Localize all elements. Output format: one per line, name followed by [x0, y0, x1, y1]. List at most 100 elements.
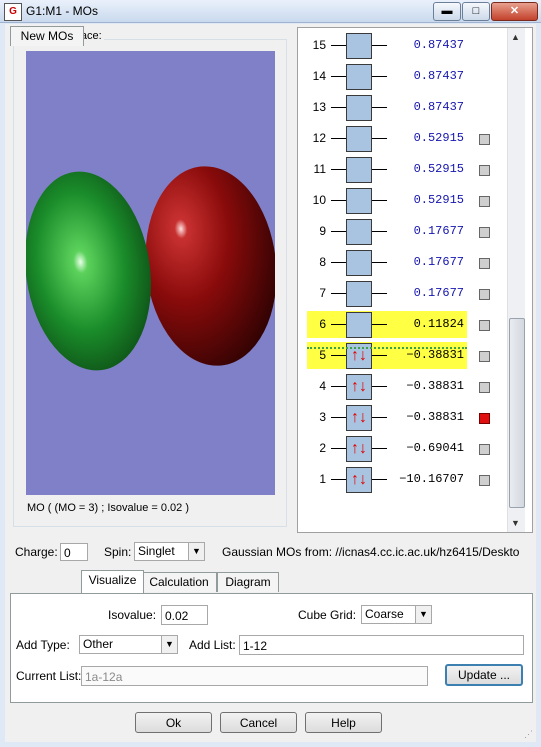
chevron-down-icon: ▼ — [415, 606, 431, 623]
cube-grid-label: Cube Grid: — [298, 608, 357, 622]
homo-lumo-separator — [307, 347, 467, 349]
mo-energy: 0.87437 — [413, 100, 464, 114]
mo-index: 9 — [319, 224, 326, 238]
mo-surface-checkbox[interactable] — [479, 165, 490, 176]
negative-lobe — [25, 171, 151, 371]
mo-index: 13 — [312, 100, 326, 114]
scroll-down-icon[interactable]: ▼ — [511, 518, 520, 528]
resize-grip-icon[interactable]: ⋰ — [524, 729, 536, 741]
help-button[interactable]: Help — [305, 712, 382, 733]
mo-row[interactable]: 11 0.52915 — [298, 154, 508, 185]
orbital-box: ↑ ↓ — [346, 436, 372, 462]
mo-surface-checkbox[interactable] — [479, 134, 490, 145]
dialog-client: Current Surface: MO ( (MO = 3) — [5, 24, 536, 742]
mo-index: 4 — [319, 379, 326, 393]
mo-energy: 0.87437 — [413, 69, 464, 83]
orbital-box — [346, 126, 372, 152]
mo-row[interactable]: 5 ↑ ↓ −0.38831 — [298, 340, 508, 371]
mo-surface-checkbox[interactable] — [479, 413, 490, 424]
orbital-box — [346, 312, 372, 338]
tab-visualize[interactable]: Visualize — [81, 570, 144, 593]
spin-up-arrow-icon: ↑ — [351, 409, 359, 426]
mo-row[interactable]: 6 0.11824 — [298, 309, 508, 340]
mo-surface-checkbox[interactable] — [479, 320, 490, 331]
surface-viewport[interactable] — [25, 51, 277, 495]
scrollbar-thumb[interactable] — [509, 318, 525, 508]
mo-row[interactable]: 7 0.17677 — [298, 278, 508, 309]
mo-surface-checkbox[interactable] — [479, 475, 490, 486]
spin-up-arrow-icon: ↑ — [351, 347, 359, 364]
mo-row[interactable]: 14 0.87437 — [298, 61, 508, 92]
mo-surface-checkbox[interactable] — [479, 289, 490, 300]
spin-down-arrow-icon: ↓ — [359, 471, 367, 488]
mo-index: 5 — [319, 348, 326, 362]
mo-surface-checkbox[interactable] — [479, 382, 490, 393]
maximize-icon: □ — [472, 5, 480, 17]
orbital-box — [346, 250, 372, 276]
ok-button[interactable]: Ok — [135, 712, 212, 733]
gaussview-icon: G — [4, 3, 22, 21]
orbital-box — [346, 157, 372, 183]
current-list-label: Current List: — [16, 669, 82, 683]
close-icon: ✕ — [509, 5, 520, 17]
mo-surface-checkbox[interactable] — [479, 227, 490, 238]
mo-energy: −0.69041 — [406, 441, 464, 455]
mo-energy: 0.17677 — [413, 224, 464, 238]
mo-row[interactable]: 15 0.87437 — [298, 30, 508, 61]
close-button[interactable]: ✕ — [491, 2, 538, 21]
mo-energy: −0.38831 — [406, 379, 464, 393]
cube-grid-value: Coarse — [365, 607, 404, 621]
charge-input[interactable]: 0 — [60, 543, 88, 561]
maximize-button[interactable]: □ — [462, 2, 490, 21]
add-type-label: Add Type: — [16, 638, 70, 652]
current-list-field: 1a-12a — [81, 666, 428, 686]
mo-energy: 0.17677 — [413, 255, 464, 269]
spin-down-arrow-icon: ↓ — [359, 440, 367, 457]
add-list-label: Add List: — [189, 638, 236, 652]
update-button[interactable]: Update ... — [445, 664, 523, 686]
minimize-icon: ▬ — [441, 5, 453, 17]
tab-diagram[interactable]: Diagram — [217, 572, 279, 592]
orbital-render — [25, 166, 277, 371]
mo-row[interactable]: 12 0.52915 — [298, 123, 508, 154]
positive-lobe — [145, 166, 277, 366]
mo-row[interactable]: 13 0.87437 — [298, 92, 508, 123]
orbital-box — [346, 188, 372, 214]
mo-surface-checkbox[interactable] — [479, 444, 490, 455]
mo-list-scrollbar[interactable]: ▲ ▼ — [507, 28, 525, 532]
chevron-down-icon: ▼ — [161, 636, 177, 653]
mo-row[interactable]: 8 0.17677 — [298, 247, 508, 278]
mo-energy: 0.17677 — [413, 286, 464, 300]
orbital-box: ↑ ↓ — [346, 467, 372, 493]
spin-select[interactable]: Singlet ▼ — [134, 542, 205, 561]
mo-surface-checkbox[interactable] — [479, 258, 490, 269]
mo-index: 14 — [312, 69, 326, 83]
spin-label: Spin: — [104, 545, 132, 559]
mo-row[interactable]: 9 0.17677 — [298, 216, 508, 247]
mo-list-panel[interactable]: 15 0.87437 14 0.87437 13 0.87437 12 0.52915 11 0.… — [297, 27, 533, 533]
orbital-box — [346, 219, 372, 245]
add-list-input[interactable]: 1-12 — [239, 635, 524, 655]
mo-row[interactable]: 4 ↑ ↓ −0.38831 — [298, 371, 508, 402]
orbital-box: ↑ ↓ — [346, 374, 372, 400]
scroll-up-icon[interactable]: ▲ — [511, 32, 520, 42]
mo-row[interactable]: 3 ↑ ↓ −0.38831 — [298, 402, 508, 433]
tab-calculation[interactable]: Calculation — [141, 572, 217, 592]
orbital-box: ↑ ↓ — [346, 405, 372, 431]
minimize-button[interactable]: ▬ — [433, 2, 461, 21]
orbital-box — [346, 281, 372, 307]
mo-index: 10 — [312, 193, 326, 207]
tab-new-mos[interactable]: New MOs — [10, 26, 84, 46]
mo-row[interactable]: 2 ↑ ↓ −0.69041 — [298, 433, 508, 464]
cancel-button[interactable]: Cancel — [220, 712, 297, 733]
mo-index: 7 — [319, 286, 326, 300]
mo-energy: −0.38831 — [406, 348, 464, 362]
spin-up-arrow-icon: ↑ — [351, 471, 359, 488]
cube-grid-select[interactable]: Coarse ▼ — [361, 605, 432, 624]
mo-row[interactable]: 1 ↑ ↓ −10.16707 — [298, 464, 508, 495]
isovalue-input[interactable]: 0.02 — [161, 605, 208, 625]
mo-surface-checkbox[interactable] — [479, 196, 490, 207]
mo-row[interactable]: 10 0.52915 — [298, 185, 508, 216]
mo-surface-checkbox[interactable] — [479, 351, 490, 362]
add-type-select[interactable]: Other ▼ — [79, 635, 178, 654]
